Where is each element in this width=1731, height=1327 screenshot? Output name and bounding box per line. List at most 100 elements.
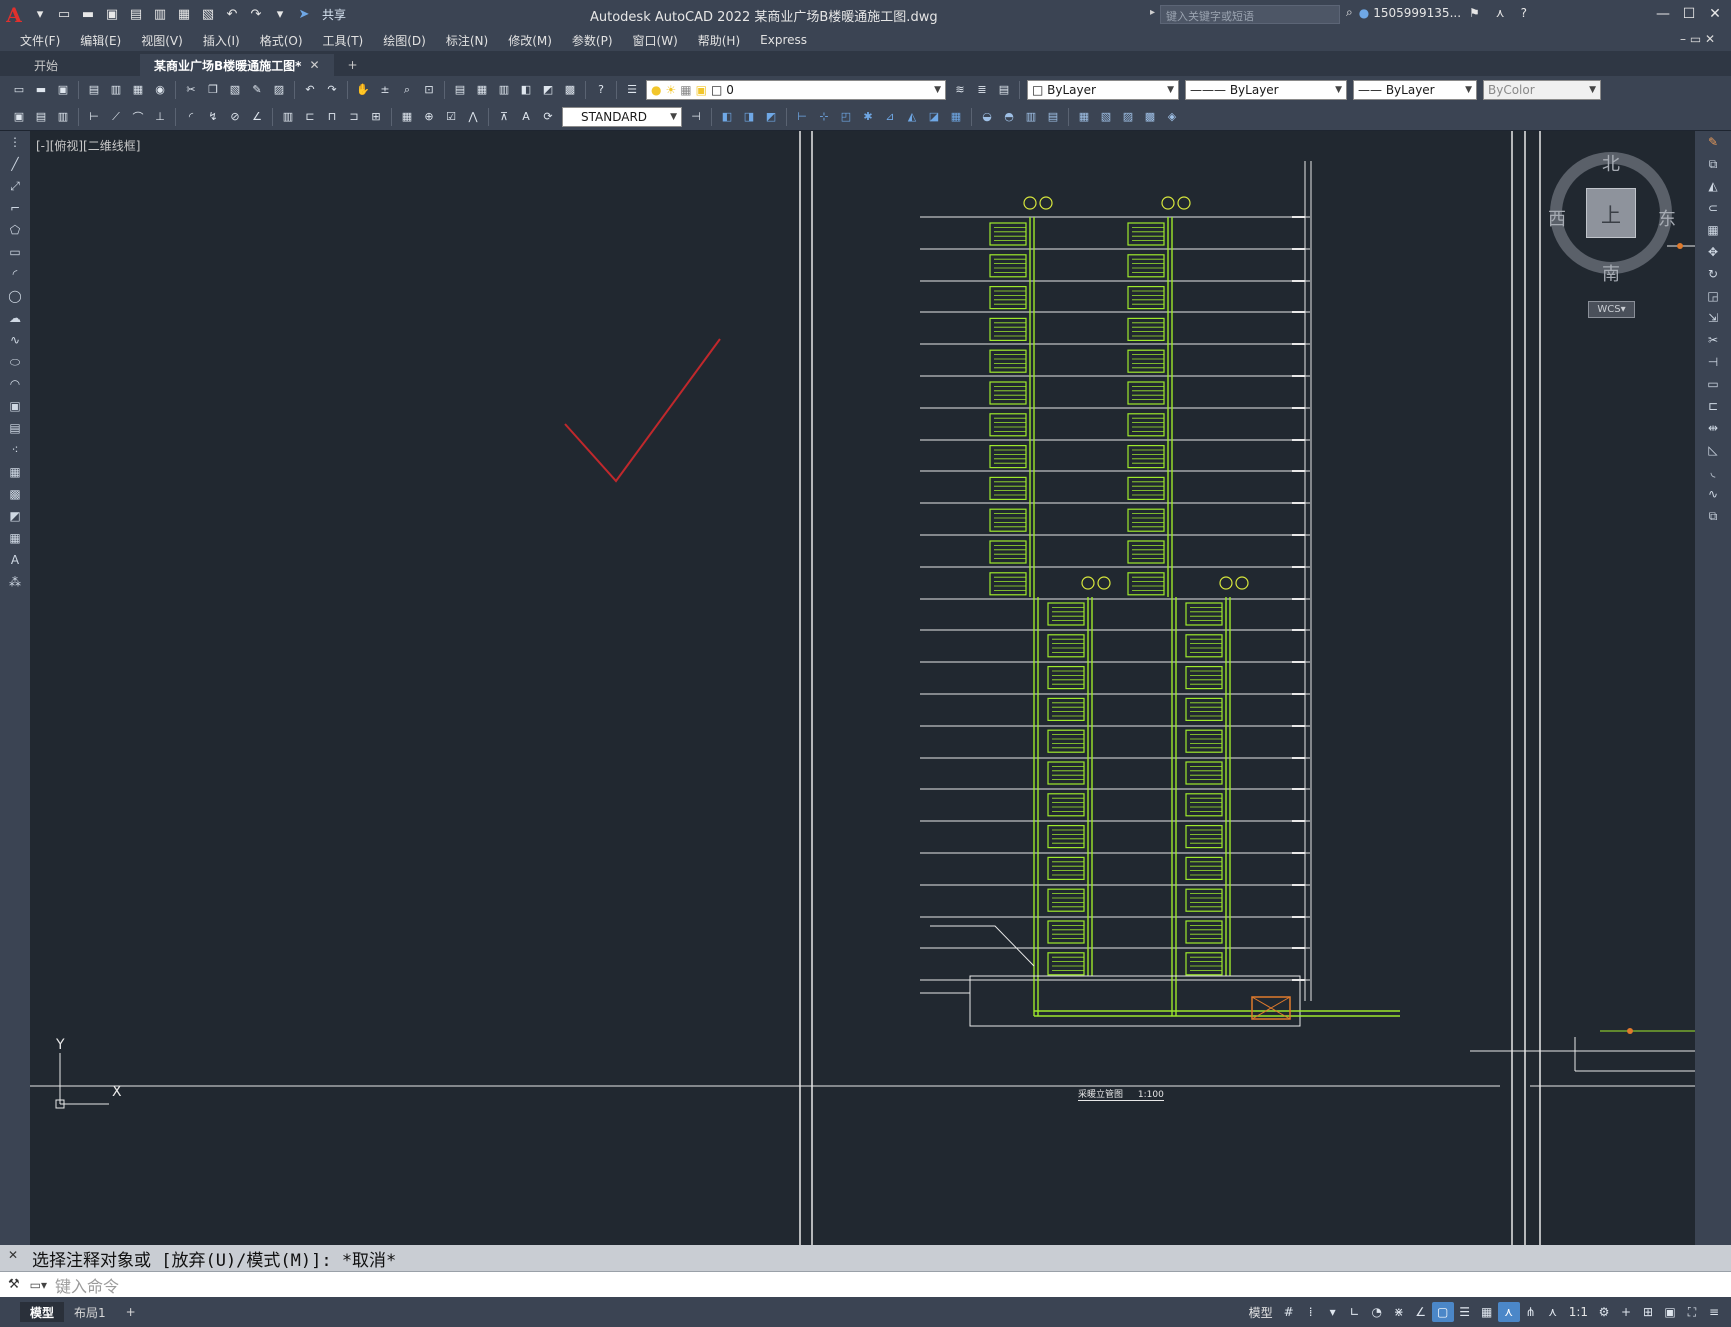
undo-icon[interactable]: ↶ <box>301 81 319 99</box>
menu-edit[interactable]: 编辑(E) <box>80 32 121 49</box>
auto-scale-icon[interactable]: ⋔ <box>1520 1302 1542 1322</box>
autocad-logo-icon[interactable]: A <box>0 0 28 29</box>
angular-icon[interactable]: ∠ <box>248 108 266 126</box>
sheet-set-icon[interactable]: ◧ <box>517 81 535 99</box>
chamfer-icon[interactable]: ◺ <box>1695 439 1731 461</box>
add-layout-icon[interactable]: + <box>116 1302 146 1322</box>
extend-icon[interactable]: ⊣ <box>1695 351 1731 373</box>
field-icon[interactable]: ▧ <box>1097 108 1115 126</box>
calculator-icon[interactable]: ▩ <box>561 81 579 99</box>
revision-cloud-icon[interactable]: ☁ <box>0 307 30 329</box>
ordinate-icon[interactable]: ⊥ <box>151 108 169 126</box>
menu-help[interactable]: 帮助(H) <box>698 32 740 49</box>
zoom-realtime-icon[interactable]: ± <box>376 81 394 99</box>
move-icon[interactable]: ✥ <box>1695 241 1731 263</box>
save-as-icon[interactable]: ▤ <box>127 6 145 24</box>
compass-north[interactable]: 北 <box>1602 150 1620 176</box>
user-name[interactable]: 1505999135... <box>1373 6 1461 20</box>
dimension-edit-icon[interactable]: ⊼ <box>495 108 513 126</box>
menu-format[interactable]: 格式(O) <box>260 32 303 49</box>
rectangle-icon[interactable]: ▭ <box>0 241 30 263</box>
customize-arrow-icon[interactable]: ▾ <box>271 6 289 24</box>
dimension-style-icon[interactable]: ⊣ <box>687 108 705 126</box>
save-icon[interactable]: ▣ <box>54 81 72 99</box>
stretch-icon[interactable]: ⇲ <box>1695 307 1731 329</box>
point-icon[interactable]: ⁖ <box>0 439 30 461</box>
menu-dimension[interactable]: 标注(N) <box>446 32 488 49</box>
linear-dimension-icon[interactable]: ⊢ <box>85 108 103 126</box>
object-snap-icon[interactable]: ▢ <box>1431 1302 1454 1322</box>
polygon-icon[interactable]: ⬠ <box>0 219 30 241</box>
cube-top-face[interactable]: 上 <box>1586 188 1636 238</box>
ortho-icon[interactable]: ∟ <box>1344 1302 1366 1322</box>
design-center-icon[interactable]: ▦ <box>473 81 491 99</box>
ucs-3point-icon[interactable]: ⊿ <box>881 108 899 126</box>
center-mark-icon[interactable]: ⊕ <box>420 108 438 126</box>
ucs-zaxis-icon[interactable]: ✱ <box>859 108 877 126</box>
quick-dimension-icon[interactable]: ▥ <box>279 108 297 126</box>
lineweight-icon[interactable]: ☰ <box>1454 1302 1476 1322</box>
layer-dropdown[interactable]: ● ☀ ▦ ▣ □ 0 ▼ <box>646 79 946 100</box>
share-icon[interactable]: ➤ <box>295 6 313 24</box>
maximize-icon[interactable]: ☐ <box>1676 3 1702 25</box>
table-icon[interactable]: ▦ <box>1075 108 1093 126</box>
cart-icon[interactable]: ⚑ <box>1469 6 1480 20</box>
block-editor-icon[interactable]: ▨ <box>270 81 288 99</box>
jogged-linear-icon[interactable]: ⋀ <box>464 108 482 126</box>
redo-icon[interactable]: ↷ <box>247 6 265 24</box>
ucs-icon[interactable]: ⊢ <box>793 108 811 126</box>
circle-icon[interactable]: ◯ <box>0 285 30 307</box>
ucs-face-icon[interactable]: ◪ <box>925 108 943 126</box>
image-icon[interactable]: ▨ <box>1119 108 1137 126</box>
radius-icon[interactable]: ◜ <box>182 108 200 126</box>
close-icon[interactable]: ✕ <box>1702 3 1728 25</box>
customize-icon[interactable]: ≡ <box>1703 1302 1725 1322</box>
plot-icon[interactable]: ▧ <box>199 6 217 24</box>
zoom-previous-icon[interactable]: ⊡ <box>420 81 438 99</box>
ellipse-icon[interactable]: ⬭ <box>0 351 30 373</box>
fullscreen-icon[interactable]: ⛶ <box>1681 1302 1703 1322</box>
make-current-icon[interactable]: ≋ <box>951 81 969 99</box>
ucs-view-icon[interactable]: ▦ <box>947 108 965 126</box>
ellipse-arc-icon[interactable]: ◠ <box>0 373 30 395</box>
offset-icon[interactable]: ⊂ <box>1695 197 1731 219</box>
compass-west[interactable]: 西 <box>1548 205 1566 231</box>
search-input[interactable]: 键入关键字或短语 <box>1160 5 1340 24</box>
continue-icon[interactable]: ⊓ <box>323 108 341 126</box>
break-at-point-icon[interactable]: ▭ <box>1695 373 1731 395</box>
menu-window[interactable]: 窗口(W) <box>633 32 678 49</box>
table-icon[interactable]: ▦ <box>0 527 30 549</box>
region-icon[interactable]: ◩ <box>0 505 30 527</box>
plot-preview-icon[interactable]: ▥ <box>107 81 125 99</box>
explode-icon[interactable]: ⧉ <box>1695 505 1731 527</box>
spline-icon[interactable]: ∿ <box>0 329 30 351</box>
object-snap-tracking-icon[interactable]: ∠ <box>1410 1302 1432 1322</box>
menu-view[interactable]: 视图(V) <box>141 32 183 49</box>
command-input[interactable]: 键入命令 <box>55 1273 119 1297</box>
new-icon[interactable]: ▭ <box>10 81 28 99</box>
polyline-icon[interactable]: ⌐ <box>0 197 30 219</box>
undo-icon[interactable]: ↶ <box>223 6 241 24</box>
inspection-icon[interactable]: ☑ <box>442 108 460 126</box>
close-icon[interactable]: ✕ <box>309 58 319 72</box>
wcs-menu[interactable]: WCS ▾ <box>1588 301 1635 318</box>
command-line[interactable]: ⚒ ▭▾ 键入命令 <box>0 1271 1731 1297</box>
redo-icon[interactable]: ↷ <box>323 81 341 99</box>
publish-icon[interactable]: ▦ <box>129 81 147 99</box>
erase-icon[interactable]: ✎ <box>1695 131 1731 153</box>
search-expand-icon[interactable]: ▸ <box>1150 7 1155 18</box>
break-icon[interactable]: ⊞ <box>367 108 385 126</box>
paste-icon[interactable]: ▧ <box>226 81 244 99</box>
send-back-icon[interactable]: ◩ <box>762 108 780 126</box>
arc-icon[interactable]: ◜ <box>0 263 30 285</box>
polar-icon[interactable]: ◔ <box>1366 1302 1388 1322</box>
compass-south[interactable]: 南 <box>1602 260 1620 286</box>
add-selected-icon[interactable]: ⁂ <box>0 571 30 593</box>
annotation-scale-value[interactable]: 1:1 <box>1564 1305 1593 1319</box>
isodraft-icon[interactable]: ⋇ <box>1388 1302 1410 1322</box>
gradient-icon[interactable]: ▩ <box>0 483 30 505</box>
transparency-icon[interactable]: ▦ <box>1476 1302 1498 1322</box>
match-properties-icon[interactable]: ✎ <box>248 81 266 99</box>
copy-icon[interactable]: ❐ <box>204 81 222 99</box>
tool-palettes-icon[interactable]: ▥ <box>495 81 513 99</box>
